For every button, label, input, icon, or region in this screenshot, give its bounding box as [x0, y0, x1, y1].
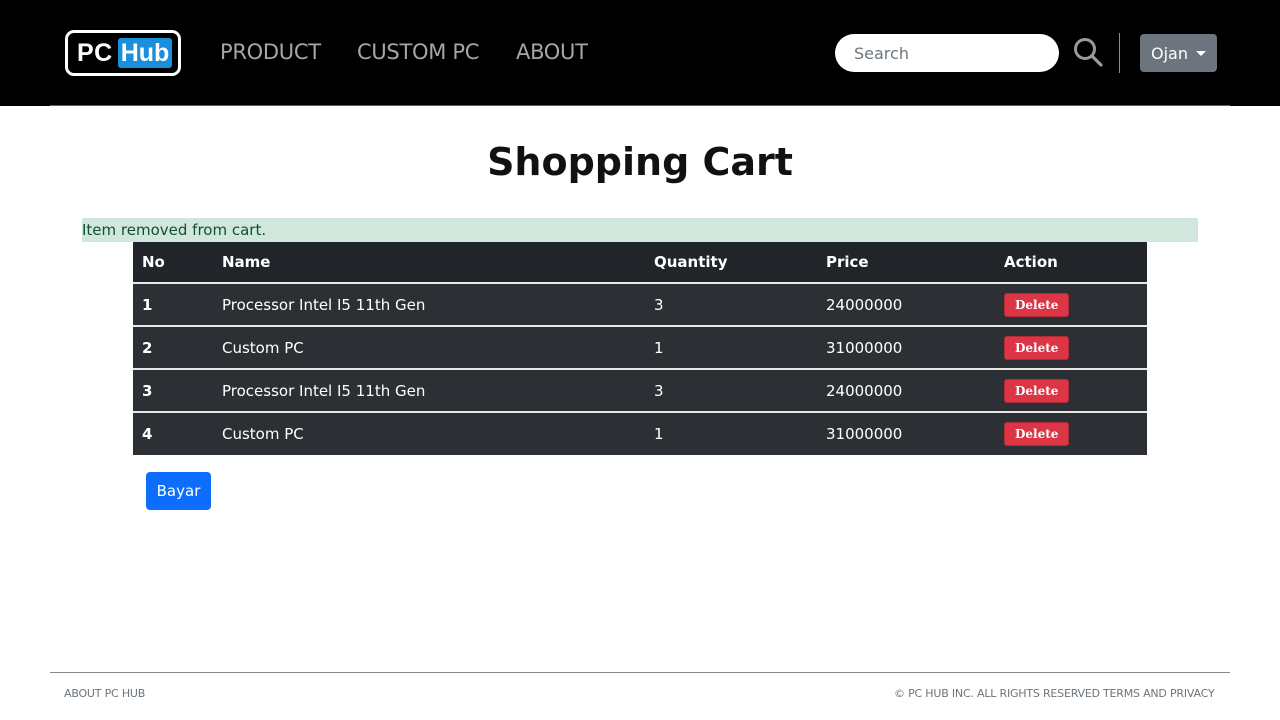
table-row: 3 Processor Intel I5 11th Gen 3 24000000…: [133, 368, 1147, 412]
item-price: 31000000: [817, 325, 995, 369]
search-input[interactable]: [835, 34, 1059, 72]
item-name: Custom PC: [213, 325, 645, 369]
user-dropdown-button[interactable]: Ojan: [1140, 34, 1217, 72]
pay-button[interactable]: Bayar: [146, 472, 211, 510]
item-price: 31000000: [817, 411, 995, 455]
user-name: Ojan: [1151, 43, 1188, 63]
logo-pc-text: PC: [77, 38, 113, 67]
row-number: 4: [133, 411, 213, 455]
nav-link-about[interactable]: ABOUT: [516, 40, 588, 64]
table-row: 1 Processor Intel I5 11th Gen 3 24000000…: [133, 282, 1147, 326]
column-header-quantity: Quantity: [645, 242, 817, 283]
action-cell: Delete: [995, 282, 1147, 326]
footer-copyright: © PC HUB INC. ALL RIGHTS RESERVED: [894, 687, 1100, 700]
item-name: Processor Intel I5 11th Gen: [213, 282, 645, 326]
delete-button[interactable]: Delete: [1004, 292, 1070, 317]
footer-about-link[interactable]: ABOUT PC HUB: [64, 687, 145, 700]
nav-divider: [1119, 33, 1120, 73]
item-quantity: 1: [645, 411, 817, 455]
pc-hub-logo[interactable]: PC Hub: [65, 30, 181, 76]
table-row: 4 Custom PC 1 31000000 Delete: [133, 411, 1147, 455]
item-name: Custom PC: [213, 411, 645, 455]
item-quantity: 3: [645, 282, 817, 326]
delete-button[interactable]: Delete: [1004, 335, 1070, 360]
column-header-no: No: [133, 242, 213, 283]
action-cell: Delete: [995, 368, 1147, 412]
footer-divider: [50, 672, 1230, 673]
action-cell: Delete: [995, 411, 1147, 455]
search-icon[interactable]: [1073, 37, 1103, 67]
column-header-price: Price: [817, 242, 995, 283]
item-quantity: 3: [645, 368, 817, 412]
column-header-action: Action: [995, 242, 1147, 283]
page-title: Shopping Cart: [487, 140, 793, 184]
footer-terms-link[interactable]: TERMS AND PRIVACY: [1103, 687, 1215, 700]
item-name: Processor Intel I5 11th Gen: [213, 368, 645, 412]
row-number: 3: [133, 368, 213, 412]
nav-link-custom-pc[interactable]: CUSTOM PC: [357, 40, 479, 64]
caret-down-icon: [1195, 50, 1206, 56]
action-cell: Delete: [995, 325, 1147, 369]
navbar-underline: [50, 105, 1230, 106]
table-header-row: No Name Quantity Price Action: [133, 242, 1147, 283]
item-price: 24000000: [817, 282, 995, 326]
column-header-name: Name: [213, 242, 645, 283]
item-price: 24000000: [817, 368, 995, 412]
item-quantity: 1: [645, 325, 817, 369]
delete-button[interactable]: Delete: [1004, 422, 1070, 446]
cart-table: No Name Quantity Price Action 1 Processo…: [133, 242, 1147, 455]
nav-link-product[interactable]: PRODUCT: [220, 40, 321, 64]
table-row: 2 Custom PC 1 31000000 Delete: [133, 325, 1147, 369]
navbar: PC Hub PRODUCT CUSTOM PC ABOUT Ojan: [0, 0, 1280, 106]
success-alert: Item removed from cart.: [82, 218, 1198, 242]
logo-hub-text: Hub: [117, 38, 173, 68]
row-number: 1: [133, 282, 213, 326]
delete-button[interactable]: Delete: [1004, 378, 1070, 403]
row-number: 2: [133, 325, 213, 369]
